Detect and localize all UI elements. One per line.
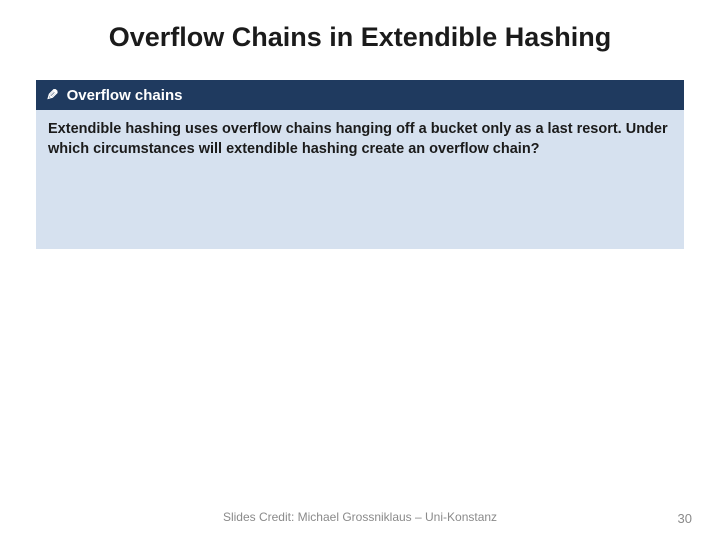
callout-box: ✎ Overflow chains Extendible hashing use… (36, 80, 684, 249)
callout-heading-text: Overflow chains (67, 87, 183, 104)
slide-title: Overflow Chains in Extendible Hashing (0, 22, 720, 53)
pencil-icon: ✎ (46, 86, 59, 104)
footer-credit: Slides Credit: Michael Grossniklaus – Un… (0, 510, 720, 524)
slide: Overflow Chains in Extendible Hashing ✎ … (0, 0, 720, 540)
callout-header: ✎ Overflow chains (36, 80, 684, 110)
callout-body: Extendible hashing uses overflow chains … (36, 110, 684, 249)
page-number: 30 (678, 511, 692, 526)
